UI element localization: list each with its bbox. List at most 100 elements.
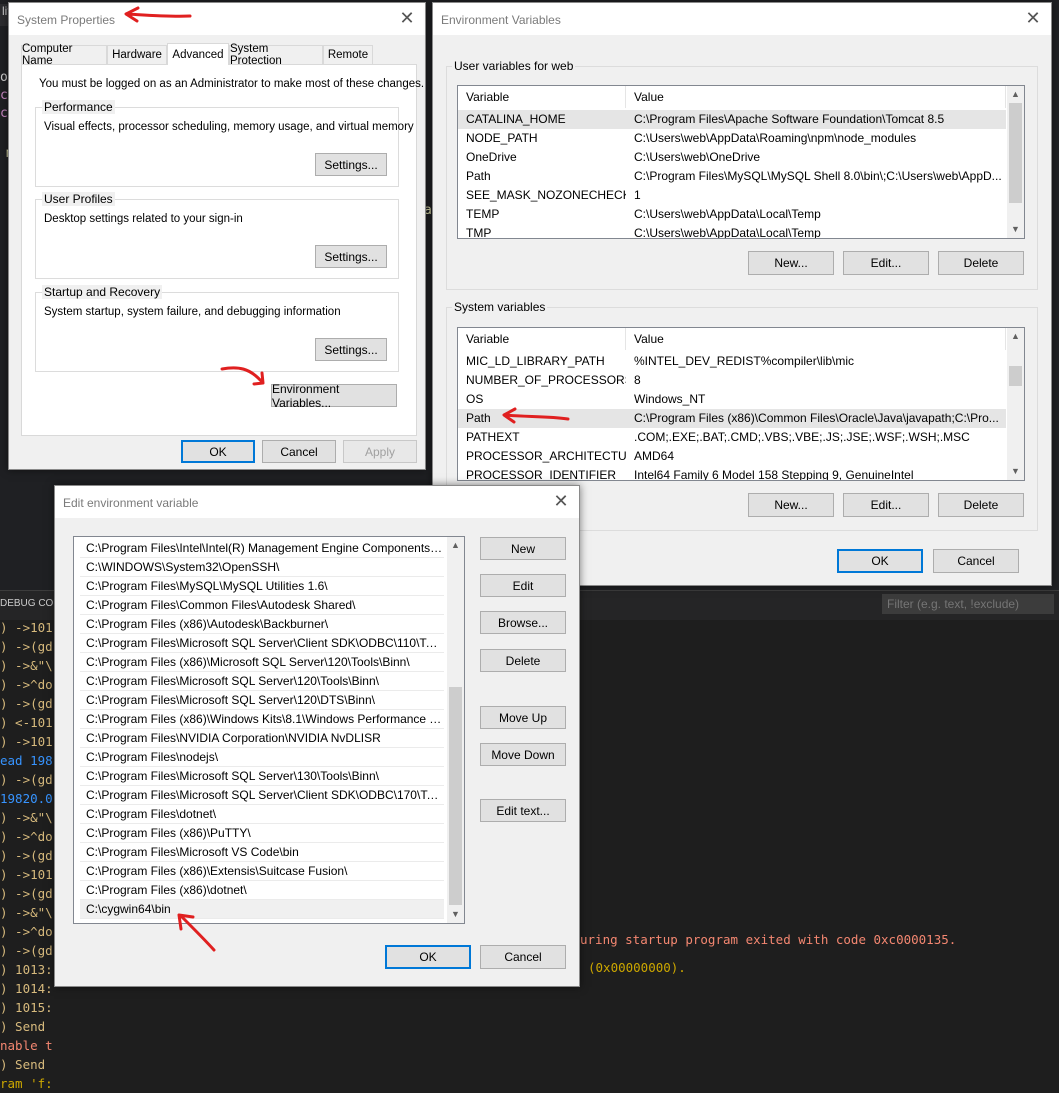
variable-value: C:\Users\web\OneDrive bbox=[634, 150, 761, 164]
variable-row[interactable]: OneDrive C:\Users\web\OneDrive bbox=[458, 148, 1006, 167]
scroll-thumb[interactable] bbox=[1009, 103, 1022, 203]
scroll-up-icon[interactable]: ▲ bbox=[1007, 328, 1024, 345]
terminal-line: ) ->101 bbox=[0, 867, 53, 882]
path-entry[interactable]: C:\Program Files\Microsoft SQL Server\12… bbox=[80, 672, 444, 691]
variable-row[interactable]: TMP C:\Users\web\AppData\Local\Temp bbox=[458, 224, 1006, 238]
debug-filter-input[interactable] bbox=[882, 594, 1054, 614]
delete-button[interactable]: Delete bbox=[480, 649, 566, 672]
path-entry[interactable]: C:\Program Files (x86)\dotnet\ bbox=[80, 881, 444, 900]
variable-row[interactable]: CATALINA_HOME C:\Program Files\Apache Sof… bbox=[458, 110, 1006, 129]
scroll-thumb[interactable] bbox=[1009, 366, 1022, 386]
path-entries-list[interactable]: C:\Program Files\Intel\Intel(R) Manageme… bbox=[73, 536, 465, 924]
variable-row[interactable]: PROCESSOR_ARCHITECTURE AMD64 bbox=[458, 447, 1006, 466]
column-header-variable[interactable]: Variable bbox=[458, 86, 626, 108]
startup-recovery-settings-button[interactable]: Settings... bbox=[315, 338, 387, 361]
column-header-value[interactable]: Value bbox=[626, 328, 1006, 350]
user-delete-button[interactable]: Delete bbox=[938, 251, 1024, 275]
path-entry[interactable]: C:\Program Files (x86)\PuTTY\ bbox=[80, 824, 444, 843]
variable-row[interactable]: PATHEXT .COM;.EXE;.BAT;.CMD;.VBS;.VBE;.JS… bbox=[458, 428, 1006, 447]
variable-row[interactable]: PROCESSOR_IDENTIFIER Intel64 Family 6 Mod… bbox=[458, 466, 1006, 481]
close-icon[interactable]: ✕ bbox=[397, 8, 417, 28]
cancel-button[interactable]: Cancel bbox=[480, 945, 566, 969]
system-delete-button[interactable]: Delete bbox=[938, 493, 1024, 517]
move-down-button[interactable]: Move Down bbox=[480, 743, 566, 766]
terminal-line: ) 1014: bbox=[0, 981, 53, 996]
system-new-button[interactable]: New... bbox=[748, 493, 834, 517]
path-entry[interactable]: C:\Program Files\Microsoft SQL Server\Cl… bbox=[80, 634, 444, 653]
close-icon[interactable]: ✕ bbox=[551, 491, 571, 511]
performance-settings-button[interactable]: Settings... bbox=[315, 153, 387, 176]
startup-recovery-label: Startup and Recovery bbox=[42, 285, 163, 299]
path-entry[interactable]: C:\Program Files\Microsoft SQL Server\13… bbox=[80, 767, 444, 786]
path-entry[interactable]: C:\Program Files\MySQL\MySQL Utilities 1… bbox=[80, 577, 444, 596]
tab-system-protection[interactable]: System Protection bbox=[229, 43, 323, 67]
variable-name: MIC_LD_LIBRARY_PATH bbox=[466, 354, 605, 368]
vertical-scrollbar[interactable]: ▲ ▼ bbox=[447, 537, 464, 923]
variable-row[interactable]: Path C:\Program Files (x86)\Common Files\… bbox=[458, 409, 1006, 428]
vertical-scrollbar[interactable]: ▲ ▼ bbox=[1007, 328, 1024, 480]
path-entry[interactable]: C:\Program Files\NVIDIA Corporation\NVID… bbox=[80, 729, 444, 748]
user-variables-list[interactable]: Variable Value CATALINA_HOME C:\Program F… bbox=[457, 85, 1025, 239]
path-entry[interactable]: C:\Program Files (x86)\Windows Kits\8.1\… bbox=[80, 710, 444, 729]
terminal-line: ) ->(gd bbox=[0, 943, 53, 958]
tab-remote[interactable]: Remote bbox=[323, 45, 373, 64]
terminal-line: ) ->(gd bbox=[0, 639, 53, 654]
cancel-button[interactable]: Cancel bbox=[262, 440, 336, 463]
apply-button[interactable]: Apply bbox=[343, 440, 417, 463]
vertical-scrollbar[interactable]: ▲ ▼ bbox=[1007, 86, 1024, 238]
tab-advanced[interactable]: Advanced bbox=[167, 43, 229, 65]
path-entry[interactable]: C:\WINDOWS\System32\OpenSSH\ bbox=[80, 558, 444, 577]
ok-button[interactable]: OK bbox=[181, 440, 255, 463]
variable-row[interactable]: TEMP C:\Users\web\AppData\Local\Temp bbox=[458, 205, 1006, 224]
variable-row[interactable]: OS Windows_NT bbox=[458, 390, 1006, 409]
scroll-up-icon[interactable]: ▲ bbox=[447, 537, 464, 554]
path-entry[interactable]: C:\Program Files\Microsoft SQL Server\Cl… bbox=[80, 786, 444, 805]
scroll-thumb[interactable] bbox=[449, 687, 462, 905]
path-entry[interactable]: C:\Program Files\Microsoft VS Code\bin bbox=[80, 843, 444, 862]
scroll-up-icon[interactable]: ▲ bbox=[1007, 86, 1024, 103]
edit-text-button[interactable]: Edit text... bbox=[480, 799, 566, 822]
variable-row[interactable]: SEE_MASK_NOZONECHECKS 1 bbox=[458, 186, 1006, 205]
system-edit-button[interactable]: Edit... bbox=[843, 493, 929, 517]
variable-value: C:\Users\web\AppData\Local\Temp bbox=[634, 207, 821, 221]
scroll-down-icon[interactable]: ▼ bbox=[1007, 463, 1024, 480]
scroll-down-icon[interactable]: ▼ bbox=[1007, 221, 1024, 238]
variable-row[interactable]: MIC_LD_LIBRARY_PATH %INTEL_DEV_REDIST%com… bbox=[458, 352, 1006, 371]
column-header-variable[interactable]: Variable bbox=[458, 328, 626, 350]
path-entry[interactable]: C:\cygwin64\bin bbox=[80, 900, 444, 919]
variable-row[interactable]: NODE_PATH C:\Users\web\AppData\Roaming\np… bbox=[458, 129, 1006, 148]
ok-button[interactable]: OK bbox=[837, 549, 923, 573]
cancel-button[interactable]: Cancel bbox=[933, 549, 1019, 573]
tab-hardware[interactable]: Hardware bbox=[107, 45, 167, 64]
browse-button[interactable]: Browse... bbox=[480, 611, 566, 634]
scroll-down-icon[interactable]: ▼ bbox=[447, 906, 464, 923]
startup-recovery-description: System startup, system failure, and debu… bbox=[44, 306, 341, 318]
user-new-button[interactable]: New... bbox=[748, 251, 834, 275]
variable-row[interactable]: NUMBER_OF_PROCESSORS 8 bbox=[458, 371, 1006, 390]
variable-row[interactable]: Path C:\Program Files\MySQL\MySQL Shell 8… bbox=[458, 167, 1006, 186]
path-entry[interactable]: C:\Program Files\Microsoft SQL Server\12… bbox=[80, 691, 444, 710]
new-button[interactable]: New bbox=[480, 537, 566, 560]
ok-button[interactable]: OK bbox=[385, 945, 471, 969]
terminal-line: ead 198 bbox=[0, 753, 53, 768]
variable-name: TEMP bbox=[466, 207, 500, 221]
user-edit-button[interactable]: Edit... bbox=[843, 251, 929, 275]
path-entry[interactable]: C:\Program Files (x86)\Extensis\Suitcase… bbox=[80, 862, 444, 881]
edit-button[interactable]: Edit bbox=[480, 574, 566, 597]
close-icon[interactable]: ✕ bbox=[1023, 8, 1043, 28]
column-header-value[interactable]: Value bbox=[626, 86, 1006, 108]
terminal-line: ) 1013: bbox=[0, 962, 53, 977]
system-variables-list[interactable]: Variable Value MIC_LD_LIBRARY_PATH %INTEL… bbox=[457, 327, 1025, 481]
path-entry[interactable]: C:\Program Files\nodejs\ bbox=[80, 748, 444, 767]
path-entry[interactable]: C:\Program Files\dotnet\ bbox=[80, 805, 444, 824]
path-entry[interactable]: C:\Program Files (x86)\Microsoft SQL Ser… bbox=[80, 653, 444, 672]
terminal-line: ) ->(gd bbox=[0, 772, 53, 787]
environment-variables-button[interactable]: Environment Variables... bbox=[271, 382, 397, 410]
variable-value: Intel64 Family 6 Model 158 Stepping 9, G… bbox=[634, 468, 914, 481]
path-entry[interactable]: C:\Program Files\Intel\Intel(R) Manageme… bbox=[80, 539, 444, 558]
user-profiles-settings-button[interactable]: Settings... bbox=[315, 245, 387, 268]
tab-computer-name[interactable]: Computer Name bbox=[21, 43, 107, 67]
move-up-button[interactable]: Move Up bbox=[480, 706, 566, 729]
path-entry[interactable]: C:\Program Files\Common Files\Autodesk S… bbox=[80, 596, 444, 615]
path-entry[interactable]: C:\Program Files (x86)\Autodesk\Backburn… bbox=[80, 615, 444, 634]
